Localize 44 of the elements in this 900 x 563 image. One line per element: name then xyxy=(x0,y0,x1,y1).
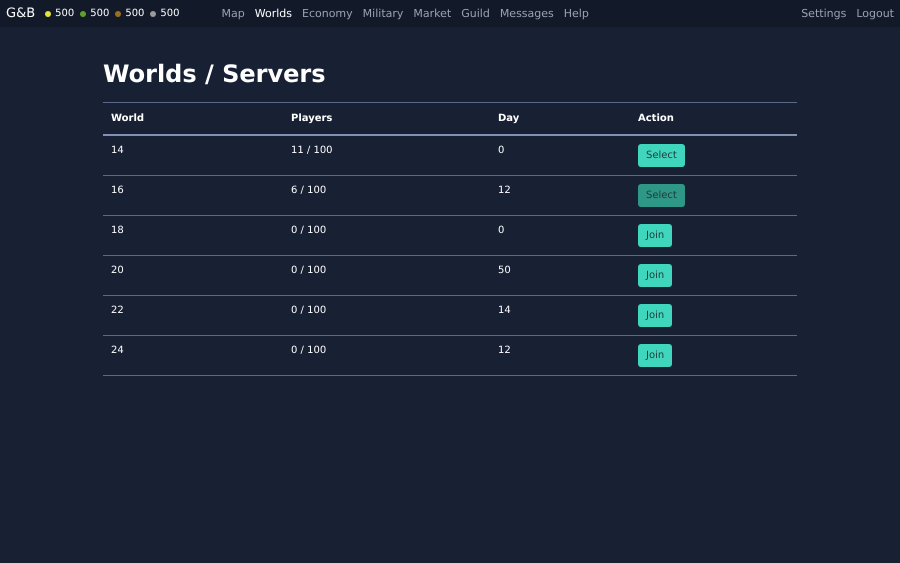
action-button[interactable]: Select xyxy=(638,144,685,167)
nav-link[interactable]: Messages xyxy=(500,7,554,20)
nav-link[interactable]: Map xyxy=(222,7,245,20)
action-button[interactable]: Join xyxy=(638,264,672,287)
table-cell: 6 / 100 xyxy=(283,176,490,216)
table-cell: 0 / 100 xyxy=(283,336,490,376)
nav-link[interactable]: Settings xyxy=(801,7,846,20)
table-cell: 22 xyxy=(103,296,283,336)
action-button[interactable]: Join xyxy=(638,304,672,327)
table-cell: 14 xyxy=(490,296,630,336)
table-cell: 0 / 100 xyxy=(283,216,490,256)
logo: G&B xyxy=(6,6,36,21)
table-cell: 0 / 100 xyxy=(283,256,490,296)
nav-link[interactable]: Market xyxy=(413,7,452,20)
page-title: Worlds / Servers xyxy=(103,60,327,88)
table-cell: 16 xyxy=(103,176,283,216)
table-cell: 18 xyxy=(103,216,283,256)
column-header: Day xyxy=(490,102,630,135)
table-cell: 20 xyxy=(103,256,283,296)
table-cell: 14 xyxy=(103,135,283,176)
nav-link[interactable]: Guild xyxy=(461,7,490,20)
table-cell: 12 xyxy=(490,176,630,216)
nav-link[interactable]: Worlds xyxy=(254,7,292,20)
resource-amount: 500 xyxy=(55,8,74,19)
table-cell: 0 xyxy=(490,216,630,256)
action-button[interactable]: Join xyxy=(638,224,672,247)
table-cell: 0 / 100 xyxy=(283,296,490,336)
nav-link[interactable]: Military xyxy=(362,7,404,20)
nav-link[interactable]: Economy xyxy=(302,7,353,20)
table-cell: 0 xyxy=(490,135,630,176)
nav-link[interactable]: Help xyxy=(564,7,589,20)
table-cell: 11 / 100 xyxy=(283,135,490,176)
resource-amount: 500 xyxy=(160,8,180,19)
table-cell: 24 xyxy=(103,336,283,376)
resource-amount: 500 xyxy=(90,8,110,19)
action-button[interactable]: Join xyxy=(638,344,672,367)
resource-amount: 500 xyxy=(125,8,144,19)
table-cell: 50 xyxy=(490,256,630,296)
nav-link[interactable]: Logout xyxy=(856,7,894,20)
column-header: Players xyxy=(283,102,490,135)
column-header: World xyxy=(103,102,283,135)
table-cell: 12 xyxy=(490,336,630,376)
column-header: Action xyxy=(630,102,797,135)
action-button[interactable]: Select xyxy=(638,184,685,207)
